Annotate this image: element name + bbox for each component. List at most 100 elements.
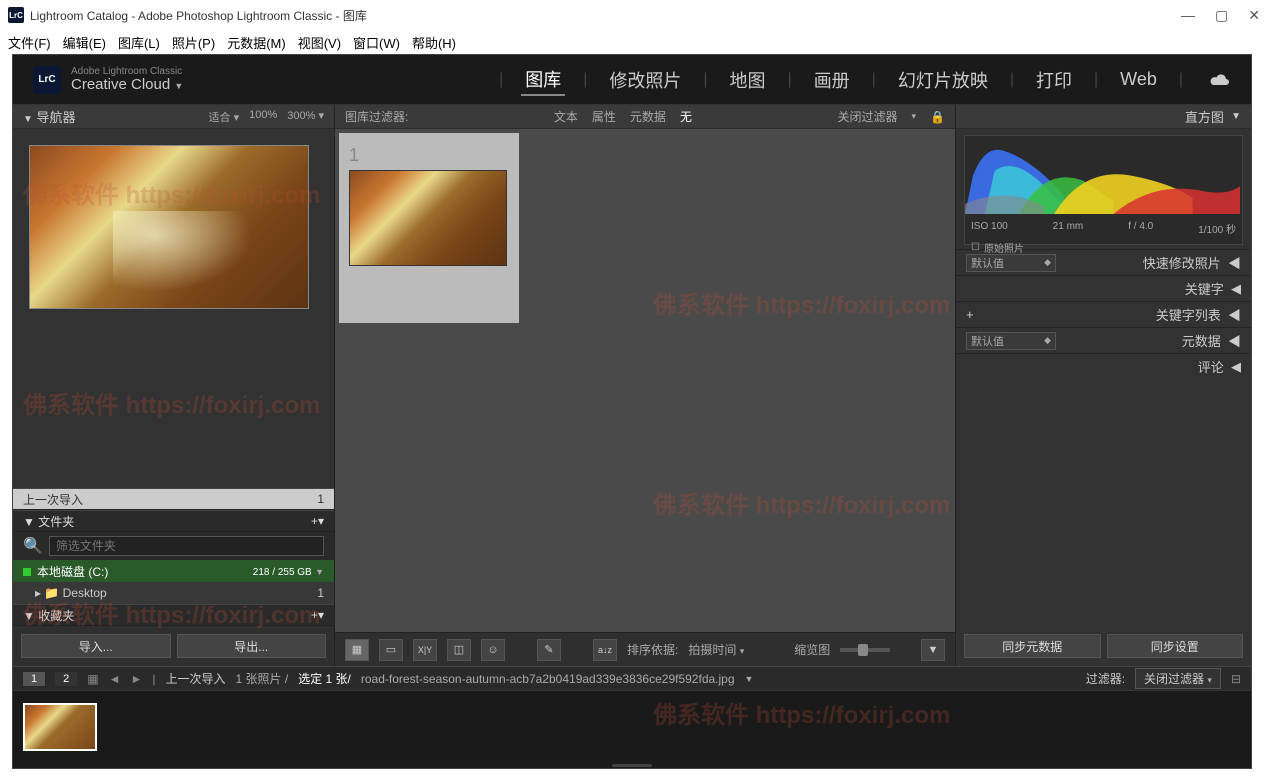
filter-attribute[interactable]: 属性 bbox=[592, 108, 616, 125]
module-slideshow[interactable]: 幻灯片放映 bbox=[894, 65, 992, 95]
menu-help[interactable]: 帮助(H) bbox=[412, 33, 456, 52]
export-button[interactable]: 导出... bbox=[177, 634, 327, 658]
quick-develop-title: 快速修改照片 bbox=[1143, 256, 1221, 271]
keyword-list-title: 关键字列表 bbox=[1156, 308, 1221, 323]
toolbar-menu-icon[interactable]: ▼ bbox=[921, 639, 945, 661]
filmstrip-thumb[interactable] bbox=[23, 703, 97, 751]
folders-search-input[interactable] bbox=[49, 536, 324, 556]
filmstrip-resize-handle[interactable] bbox=[13, 762, 1251, 768]
menu-window[interactable]: 窗口(W) bbox=[353, 33, 400, 52]
secondary-display-1[interactable]: 1 bbox=[23, 672, 45, 686]
minimize-icon[interactable]: — bbox=[1181, 7, 1195, 24]
keywords-header[interactable]: 关键字 ◀ bbox=[956, 275, 1251, 301]
breadcrumb-caret-icon[interactable]: ▼ bbox=[745, 674, 754, 684]
filter-none[interactable]: 无 bbox=[680, 108, 692, 125]
navigator-title: 导航器 bbox=[37, 110, 76, 125]
menu-file[interactable]: 文件(F) bbox=[8, 33, 51, 52]
add-collection-icon[interactable]: +▾ bbox=[311, 608, 324, 622]
window-titlebar: LrC Lightroom Catalog - Adobe Photoshop … bbox=[0, 0, 1270, 30]
brand-bar: LrC Adobe Lightroom Classic Creative Clo… bbox=[13, 55, 1251, 105]
menubar: 文件(F) 编辑(E) 图库(L) 照片(P) 元数据(M) 视图(V) 窗口(… bbox=[0, 30, 1270, 54]
grid-thumbnail[interactable] bbox=[349, 170, 507, 266]
original-checkbox-icon[interactable]: ☐ bbox=[971, 242, 980, 253]
zoom-300[interactable]: 300% ▾ bbox=[287, 109, 324, 125]
brand-line2[interactable]: Creative Cloud bbox=[71, 76, 170, 93]
volume-caret-icon[interactable]: ▼ bbox=[315, 567, 324, 577]
histogram-header[interactable]: 直方图 ▼ bbox=[956, 105, 1251, 129]
status-filter-combo[interactable]: 关闭过滤器 ▾ bbox=[1135, 668, 1221, 689]
histogram-panel[interactable]: ISO 100 21 mm f / 4.0 1/100 秒 ☐原始照片 bbox=[964, 135, 1243, 245]
module-web[interactable]: Web bbox=[1116, 67, 1161, 92]
center-toolbar: ▦ ▭ X|Y ◫ ☺ ✎ a↓z 排序依据: 拍摄时间 ▾ 缩览图 ▼ bbox=[335, 632, 955, 666]
keyword-list-header[interactable]: + 关键字列表 ◀ bbox=[956, 301, 1251, 327]
folders-header[interactable]: ▼ 文件夹 +▾ bbox=[13, 510, 334, 532]
module-library[interactable]: 图库 bbox=[521, 64, 565, 96]
current-filename: road-forest-season-autumn-acb7a2b0419ad3… bbox=[361, 672, 735, 686]
menu-view[interactable]: 视图(V) bbox=[298, 33, 341, 52]
window-title: Lightroom Catalog - Adobe Photoshop Ligh… bbox=[30, 7, 367, 24]
zoom-100[interactable]: 100% bbox=[249, 109, 277, 125]
menu-edit[interactable]: 编辑(E) bbox=[63, 33, 106, 52]
module-map[interactable]: 地图 bbox=[726, 65, 770, 95]
metadata-header[interactable]: 默认值◆ 元数据 ◀ bbox=[956, 327, 1251, 353]
histo-original: 原始照片 bbox=[984, 240, 1024, 255]
navigator-header[interactable]: ▼ 导航器 适合 ▾ 100% 300% ▾ bbox=[13, 105, 334, 129]
add-keyword-icon[interactable]: + bbox=[966, 307, 974, 322]
thumb-size-slider[interactable] bbox=[840, 648, 890, 652]
last-import-label: 上一次导入 bbox=[23, 491, 83, 508]
cloud-sync-icon[interactable] bbox=[1209, 72, 1231, 88]
module-book[interactable]: 画册 bbox=[810, 65, 854, 95]
import-button[interactable]: 导入... bbox=[21, 634, 171, 658]
filter-switch-icon[interactable]: ⊟ bbox=[1231, 672, 1241, 686]
menu-library[interactable]: 图库(L) bbox=[118, 33, 160, 52]
grid-view-icon[interactable]: ▦ bbox=[345, 639, 369, 661]
navigator-image[interactable] bbox=[29, 145, 309, 309]
people-view-icon[interactable]: ☺ bbox=[481, 639, 505, 661]
filmstrip[interactable] bbox=[13, 690, 1251, 762]
grid-view[interactable]: 1 bbox=[335, 129, 955, 632]
module-develop[interactable]: 修改照片 bbox=[605, 65, 685, 95]
collections-header[interactable]: ▼ 收藏夹 +▾ bbox=[13, 604, 334, 626]
search-icon: 🔍 bbox=[23, 536, 43, 556]
collections-title: 收藏夹 bbox=[38, 609, 74, 623]
status-filter-label: 过滤器: bbox=[1086, 670, 1125, 687]
module-print[interactable]: 打印 bbox=[1032, 65, 1076, 95]
sort-direction-icon[interactable]: a↓z bbox=[593, 639, 617, 661]
secondary-display-2[interactable]: 2 bbox=[55, 672, 77, 686]
painter-icon[interactable]: ✎ bbox=[537, 639, 561, 661]
navigator-preview bbox=[13, 129, 334, 325]
volume-row[interactable]: 本地磁盘 (C:) 218 / 255 GB ▼ bbox=[13, 560, 334, 582]
compare-view-icon[interactable]: X|Y bbox=[413, 639, 437, 661]
folder-count: 1 bbox=[317, 586, 324, 600]
grid-cell[interactable]: 1 bbox=[339, 133, 519, 323]
sort-value[interactable]: 拍摄时间 ▾ bbox=[688, 641, 744, 658]
sync-settings-button[interactable]: 同步设置 bbox=[1107, 634, 1244, 658]
loupe-view-icon[interactable]: ▭ bbox=[379, 639, 403, 661]
brand-menu-caret[interactable]: ▼ bbox=[174, 81, 183, 91]
nav-forward-icon[interactable]: ► bbox=[130, 672, 142, 686]
filter-label: 图库过滤器: bbox=[345, 108, 408, 125]
filter-metadata[interactable]: 元数据 bbox=[630, 108, 666, 125]
survey-view-icon[interactable]: ◫ bbox=[447, 639, 471, 661]
close-filter[interactable]: 关闭过滤器 bbox=[838, 108, 898, 125]
add-folder-icon[interactable]: +▾ bbox=[311, 514, 324, 528]
nav-back-icon[interactable]: ◄ bbox=[109, 672, 121, 686]
catalog-last-import[interactable]: 上一次导入 1 bbox=[13, 488, 334, 510]
breadcrumb-source[interactable]: 上一次导入 bbox=[166, 670, 226, 687]
filter-lock-icon[interactable]: 🔒 bbox=[930, 110, 945, 124]
histo-iso: ISO 100 bbox=[971, 221, 1008, 236]
close-icon[interactable]: ✕ bbox=[1248, 7, 1260, 24]
histo-aperture: f / 4.0 bbox=[1128, 221, 1153, 236]
metadata-preset-combo[interactable]: 默认值◆ bbox=[966, 332, 1056, 350]
menu-metadata[interactable]: 元数据(M) bbox=[227, 33, 286, 52]
maximize-icon[interactable]: ▢ bbox=[1215, 7, 1228, 24]
folder-item-desktop[interactable]: ▸ 📁 Desktop 1 bbox=[13, 582, 334, 604]
menu-photo[interactable]: 照片(P) bbox=[172, 33, 215, 52]
center-panel: 图库过滤器: 文本 属性 元数据 无 关闭过滤器 ▾ 🔒 1 ▦ ▭ bbox=[335, 105, 955, 666]
app-icon: LrC bbox=[8, 7, 24, 23]
grid-small-icon[interactable]: ▦ bbox=[87, 672, 98, 686]
zoom-fit[interactable]: 适合 ▾ bbox=[209, 109, 240, 125]
filter-text[interactable]: 文本 bbox=[554, 108, 578, 125]
sync-metadata-button[interactable]: 同步元数据 bbox=[964, 634, 1101, 658]
comments-header[interactable]: 评论 ◀ bbox=[956, 353, 1251, 379]
